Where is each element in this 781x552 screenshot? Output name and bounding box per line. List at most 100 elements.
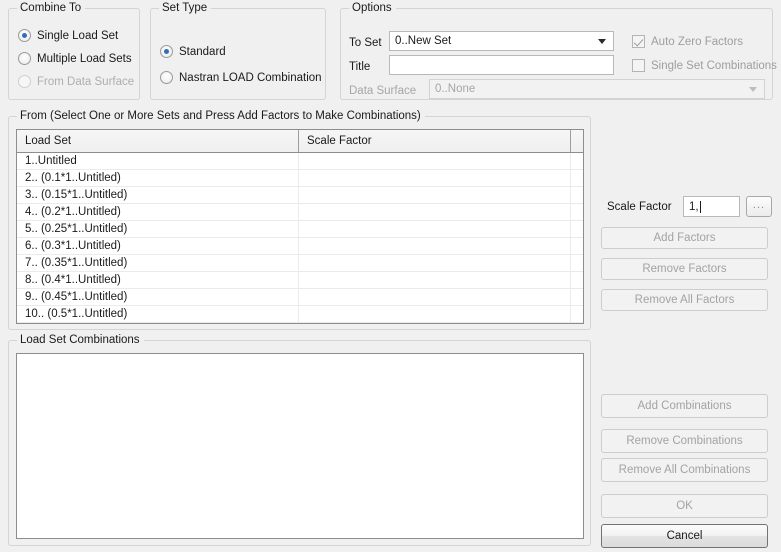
radio-icon-multiple-load-sets[interactable]: [18, 52, 31, 65]
cell-scale-factor[interactable]: [299, 221, 571, 237]
chevron-down-icon: [598, 39, 606, 44]
options-legend: Options: [349, 1, 396, 15]
from-group: From (Select One or More Sets and Press …: [8, 109, 591, 330]
radio-standard[interactable]: Standard: [160, 45, 226, 58]
cell-extra: [571, 170, 583, 186]
load-set-combinations-group: Load Set Combinations: [8, 333, 591, 546]
cancel-button[interactable]: Cancel: [601, 524, 768, 548]
to-set-combobox[interactable]: 0..New Set: [389, 31, 614, 51]
remove-all-factors-button: Remove All Factors: [601, 289, 768, 311]
single-set-combinations-checkbox-row: Single Set Combinations: [632, 59, 777, 72]
cell-extra: [571, 187, 583, 203]
radio-icon-single-load-set[interactable]: [18, 29, 31, 42]
load-set-grid-header: Load Set Scale Factor: [17, 130, 583, 153]
combine-to-group: Combine To Single Load Set Multiple Load…: [8, 1, 140, 100]
cell-scale-factor[interactable]: [299, 170, 571, 186]
table-row[interactable]: 5.. (0.25*1..Untitled): [17, 221, 583, 238]
data-surface-combobox: 0..None: [429, 79, 765, 99]
to-set-label: To Set: [349, 37, 382, 49]
cell-load-set[interactable]: 6.. (0.3*1..Untitled): [17, 238, 299, 254]
table-row[interactable]: 3.. (0.15*1..Untitled): [17, 187, 583, 204]
cell-load-set[interactable]: 10.. (0.5*1..Untitled): [17, 306, 299, 322]
add-combinations-button: Add Combinations: [601, 394, 768, 418]
remove-combinations-button: Remove Combinations: [601, 429, 768, 453]
load-set-combinations-listbox[interactable]: [16, 353, 584, 539]
set-type-legend: Set Type: [159, 1, 212, 15]
load-set-combinations-legend: Load Set Combinations: [17, 333, 144, 347]
radio-icon-nastran-load-combination[interactable]: [160, 71, 173, 84]
cell-scale-factor[interactable]: [299, 272, 571, 288]
single-set-combinations-label: Single Set Combinations: [651, 59, 777, 72]
cell-load-set[interactable]: 7.. (0.35*1..Untitled): [17, 255, 299, 271]
radio-icon-standard[interactable]: [160, 45, 173, 58]
table-row[interactable]: 1..Untitled: [17, 153, 583, 170]
cell-load-set[interactable]: 4.. (0.2*1..Untitled): [17, 204, 299, 220]
column-header-load-set[interactable]: Load Set: [17, 130, 299, 152]
radio-from-data-surface: From Data Surface: [18, 75, 134, 88]
title-label: Title: [349, 61, 371, 73]
to-set-value: 0..New Set: [395, 35, 452, 47]
cell-scale-factor[interactable]: [299, 238, 571, 254]
radio-nastran-load-combination[interactable]: Nastran LOAD Combination: [160, 71, 322, 84]
cell-extra: [571, 289, 583, 305]
table-row[interactable]: 10.. (0.5*1..Untitled): [17, 306, 583, 323]
cell-load-set[interactable]: 3.. (0.15*1..Untitled): [17, 187, 299, 203]
title-input[interactable]: [389, 55, 614, 75]
radio-icon-from-data-surface: [18, 75, 31, 88]
radio-label-nastran-load-combination: Nastran LOAD Combination: [179, 71, 322, 84]
cell-scale-factor[interactable]: [299, 187, 571, 203]
remove-all-combinations-button: Remove All Combinations: [601, 458, 768, 482]
remove-factors-button: Remove Factors: [601, 258, 768, 280]
auto-zero-factors-checkbox: [632, 35, 645, 48]
load-set-grid-body[interactable]: 1..Untitled 2.. (0.1*1..Untitled) 3.. (0.1…: [17, 153, 583, 323]
radio-label-multiple-load-sets: Multiple Load Sets: [37, 52, 132, 65]
radio-multiple-load-sets[interactable]: Multiple Load Sets: [18, 52, 132, 65]
auto-zero-factors-checkbox-row: Auto Zero Factors: [632, 35, 743, 48]
cell-extra: [571, 238, 583, 254]
add-factors-button: Add Factors: [601, 227, 768, 249]
cell-extra: [571, 255, 583, 271]
cell-scale-factor[interactable]: [299, 255, 571, 271]
cell-load-set[interactable]: 2.. (0.1*1..Untitled): [17, 170, 299, 186]
cell-scale-factor[interactable]: [299, 289, 571, 305]
radio-label-standard: Standard: [179, 45, 226, 58]
scale-factor-label: Scale Factor: [607, 201, 672, 213]
cell-extra: [571, 306, 583, 322]
radio-label-single-load-set: Single Load Set: [37, 29, 119, 42]
cell-scale-factor[interactable]: [299, 204, 571, 220]
load-set-grid[interactable]: Load Set Scale Factor 1..Untitled 2.. (0.…: [16, 129, 584, 324]
combine-to-legend: Combine To: [17, 1, 86, 15]
cell-load-set[interactable]: 1..Untitled: [17, 153, 299, 169]
column-header-extra[interactable]: [571, 130, 583, 152]
radio-single-load-set[interactable]: Single Load Set: [18, 29, 118, 42]
scale-factor-input[interactable]: 1,: [683, 196, 740, 217]
table-row[interactable]: 6.. (0.3*1..Untitled): [17, 238, 583, 255]
single-set-combinations-checkbox: [632, 59, 645, 72]
table-row[interactable]: 8.. (0.4*1..Untitled): [17, 272, 583, 289]
table-row[interactable]: 9.. (0.45*1..Untitled): [17, 289, 583, 306]
cell-scale-factor[interactable]: [299, 153, 571, 169]
cell-extra: [571, 153, 583, 169]
cell-extra: [571, 204, 583, 220]
auto-zero-factors-label: Auto Zero Factors: [651, 35, 744, 48]
table-row[interactable]: 2.. (0.1*1..Untitled): [17, 170, 583, 187]
cell-load-set[interactable]: 5.. (0.25*1..Untitled): [17, 221, 299, 237]
text-cursor: [699, 200, 701, 213]
cell-load-set[interactable]: 9.. (0.45*1..Untitled): [17, 289, 299, 305]
cell-scale-factor[interactable]: [299, 306, 571, 322]
table-row[interactable]: 7.. (0.35*1..Untitled): [17, 255, 583, 272]
cell-extra: [571, 272, 583, 288]
cell-load-set[interactable]: 8.. (0.4*1..Untitled): [17, 272, 299, 288]
data-surface-value: 0..None: [435, 83, 476, 95]
set-type-group: Set Type Standard Nastran LOAD Combinati…: [150, 1, 326, 100]
ok-button: OK: [601, 494, 768, 518]
options-group: Options To Set 0..New Set Title Data Sur…: [340, 1, 777, 100]
scale-factor-value: 1,: [689, 200, 699, 213]
cell-extra: [571, 221, 583, 237]
column-header-scale-factor[interactable]: Scale Factor: [299, 130, 571, 152]
table-row[interactable]: 4.. (0.2*1..Untitled): [17, 204, 583, 221]
radio-label-from-data-surface: From Data Surface: [37, 75, 135, 88]
from-group-legend: From (Select One or More Sets and Press …: [17, 109, 425, 123]
data-surface-label: Data Surface: [349, 85, 417, 97]
scale-factor-browse-button[interactable]: ...: [746, 196, 772, 217]
